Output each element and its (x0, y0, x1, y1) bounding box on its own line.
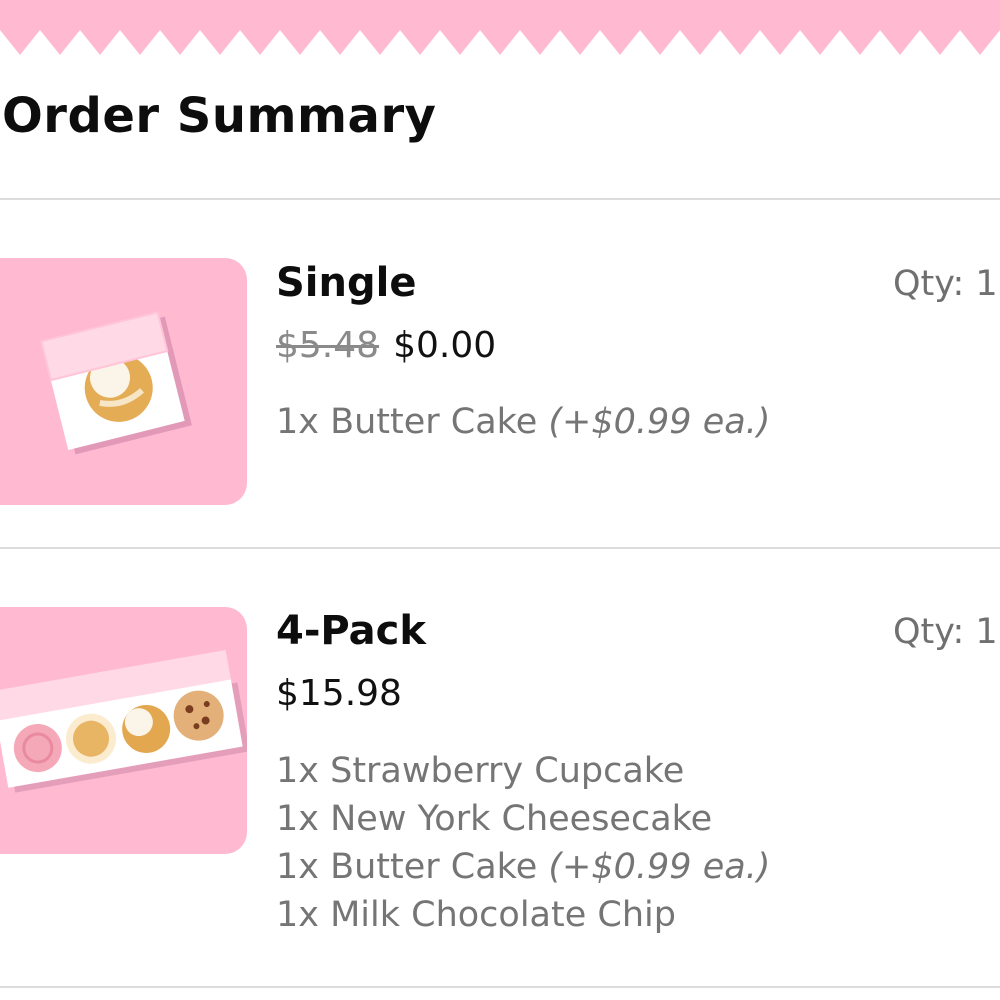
page-title: Order Summary (2, 88, 437, 144)
item-price-row: $15.98 (276, 673, 402, 714)
flavor-name: 1x Milk Chocolate Chip (276, 895, 676, 935)
flavor-upcharge: (+$0.99 ea.) (548, 847, 771, 887)
flavor-name: 1x Strawberry Cupcake (276, 751, 685, 791)
flavor-name: 1x Butter Cake (276, 847, 538, 887)
item-price-row: $5.48 $0.00 (276, 325, 496, 366)
item-quantity: Qty: 1 (893, 264, 998, 304)
flavor-line: 1x Milk Chocolate Chip (276, 891, 770, 939)
flavor-line: 1x Butter Cake (+$0.99 ea.) (276, 843, 770, 891)
flavor-line: 1x Strawberry Cupcake (276, 747, 770, 795)
flavor-line: 1x Butter Cake (+$0.99 ea.) (276, 398, 770, 446)
divider (0, 547, 1000, 549)
item-name: 4-Pack (276, 608, 426, 654)
divider (0, 986, 1000, 988)
single-cookie-box-icon (0, 258, 247, 505)
zigzag-header-banner (0, 0, 1000, 55)
item-flavor-list: 1x Strawberry Cupcake 1x New York Cheese… (276, 747, 770, 939)
current-price: $0.00 (393, 325, 497, 366)
flavor-line: 1x New York Cheesecake (276, 795, 770, 843)
item-quantity: Qty: 1 (893, 612, 998, 652)
divider (0, 198, 1000, 200)
item-flavor-list: 1x Butter Cake (+$0.99 ea.) (276, 398, 770, 446)
item-name: Single (276, 260, 417, 306)
flavor-upcharge: (+$0.99 ea.) (548, 402, 771, 442)
original-price: $5.48 (276, 325, 380, 366)
flavor-name: 1x New York Cheesecake (276, 799, 713, 839)
four-pack-cookie-box-icon (0, 607, 247, 854)
current-price: $15.98 (276, 673, 402, 714)
flavor-name: 1x Butter Cake (276, 402, 538, 442)
